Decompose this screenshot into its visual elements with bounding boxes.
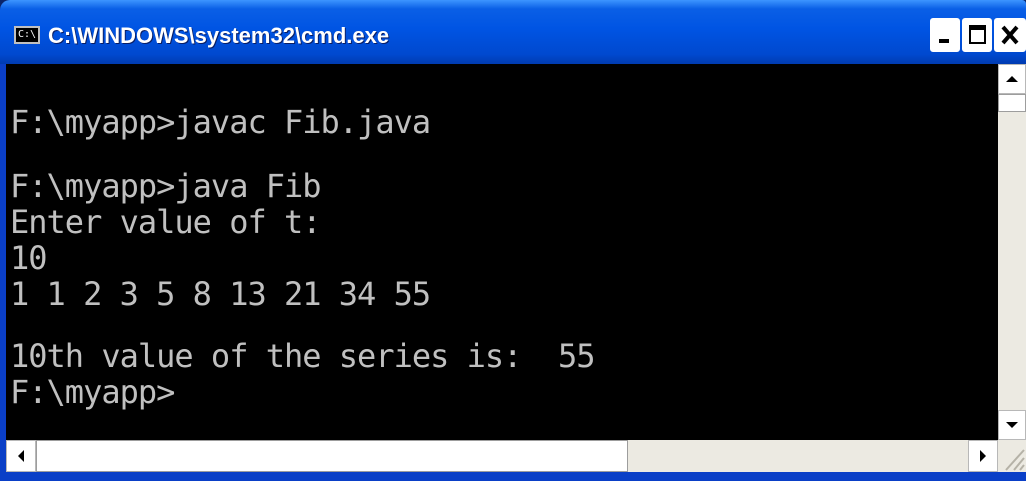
resize-grip-icon (1005, 449, 1025, 471)
console-line: Enter value of t: (10, 203, 322, 241)
console-line: F:\myapp>java Fib (10, 167, 322, 205)
console-output[interactable]: F:\myapp>javac Fib.java F:\myapp>java Fi… (6, 64, 998, 440)
console-line: 10 (10, 239, 48, 277)
arrow-left-icon (18, 450, 24, 462)
horizontal-scrollbar[interactable] (6, 440, 998, 472)
window-title: C:\WINDOWS\system32\cmd.exe (48, 23, 390, 48)
arrow-down-icon (1006, 422, 1018, 428)
window-bottom-border (0, 472, 1026, 481)
close-icon (996, 20, 1024, 50)
maximize-icon (964, 20, 990, 50)
horizontal-scroll-thumb[interactable] (36, 440, 628, 472)
console-line: F:\myapp>javac Fib.java (10, 103, 431, 141)
resize-grip[interactable] (998, 440, 1026, 472)
arrow-up-icon (1006, 76, 1018, 82)
minimize-icon (932, 20, 958, 50)
vertical-scroll-thumb[interactable] (998, 94, 1026, 112)
console-line: 1 1 2 3 5 8 13 21 34 55 (10, 275, 431, 313)
arrow-right-icon (980, 450, 986, 462)
scroll-left-button[interactable] (6, 440, 36, 472)
cmd-icon[interactable]: C:\ (14, 26, 40, 44)
scroll-right-button[interactable] (968, 440, 998, 472)
maximize-button[interactable] (962, 18, 992, 52)
scroll-down-button[interactable] (998, 410, 1026, 440)
minimize-button[interactable] (930, 18, 960, 52)
close-button[interactable] (994, 18, 1026, 52)
title-bar[interactable]: C:\ C:\WINDOWS\system32\cmd.exe (0, 0, 1026, 64)
cmd-window: C:\ C:\WINDOWS\system32\cmd.exe F:\myapp… (0, 0, 1026, 481)
console-line: 10th value of the series is: 55 (10, 337, 595, 375)
vertical-scrollbar[interactable] (998, 64, 1026, 440)
console-line: F:\myapp> (10, 373, 175, 411)
scroll-up-button[interactable] (998, 64, 1026, 94)
